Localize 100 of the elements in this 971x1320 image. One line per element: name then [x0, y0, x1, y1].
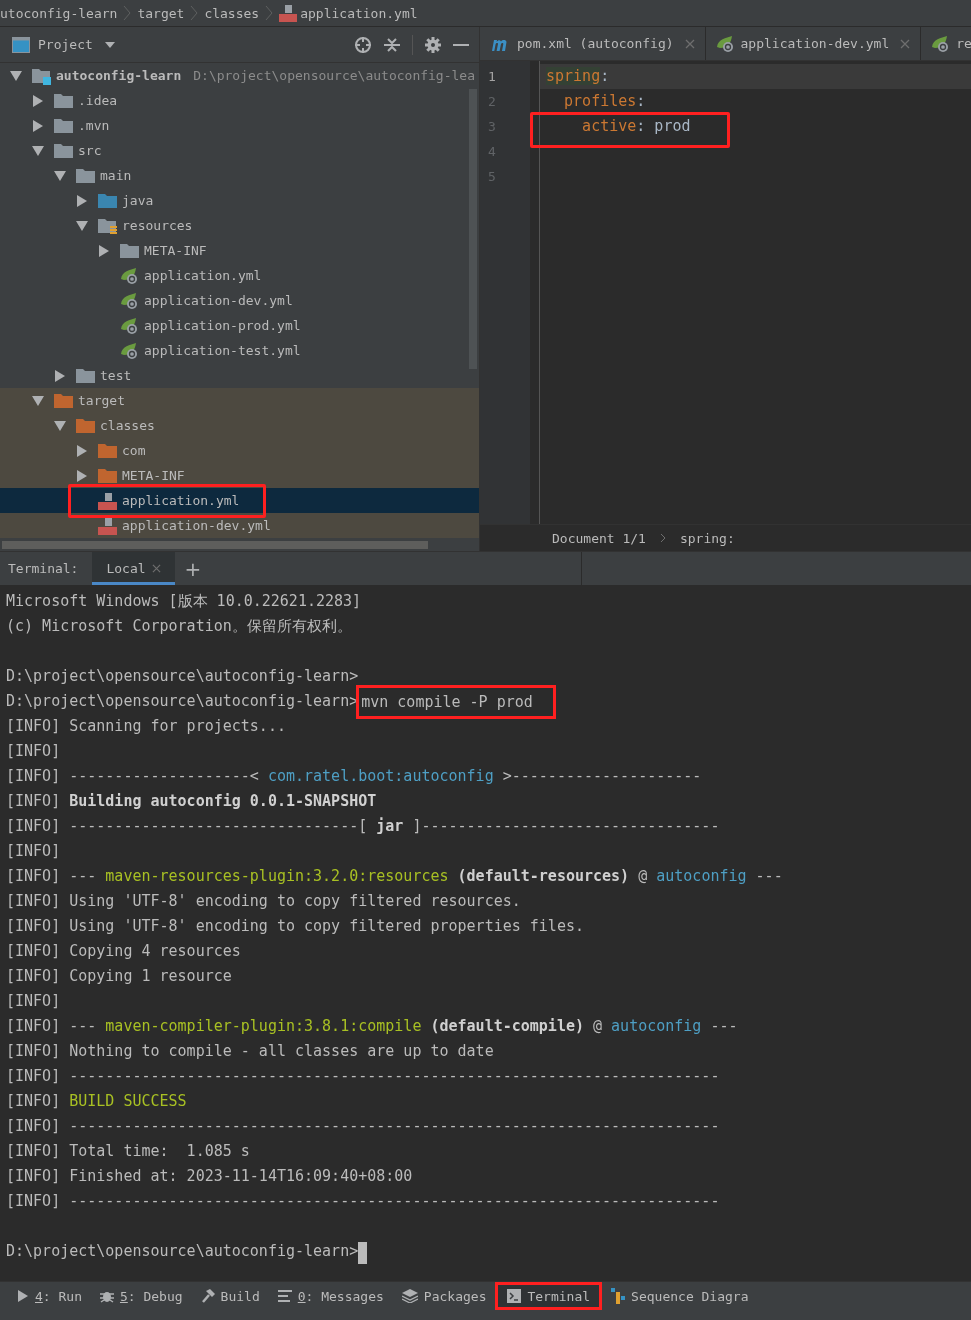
tool-window-button[interactable]: Packages [392, 1282, 496, 1310]
collapsed-arrow-icon[interactable] [32, 94, 44, 107]
terminal-line: [INFO] Scanning for projects... [6, 716, 286, 737]
expanded-arrow-icon[interactable] [54, 419, 66, 432]
expanded-arrow-icon[interactable] [32, 394, 44, 407]
tool-window-button[interactable]: 4: Run [8, 1282, 91, 1310]
tree-item[interactable]: classes [0, 413, 479, 438]
terminal-line: [INFO] [6, 991, 61, 1012]
terminal-line: [INFO] --------------------< com.ratel.boot:autoconfig >--------------------- [6, 766, 702, 787]
target-icon[interactable] [354, 35, 372, 54]
terminal-line: [INFO] [6, 841, 61, 862]
window-icon [12, 36, 30, 53]
tree-item[interactable]: application-prod.yml [0, 313, 479, 338]
terminal-line: [INFO] Finished at: 2023-11-14T16:09:40+08:00 [6, 1166, 413, 1187]
new-tab-button[interactable]: + [174, 552, 212, 585]
terminal-line: [INFO] --- maven-compiler-plugin:3.8.1:compile (default-compile) @ autoconfig --- [6, 1016, 738, 1037]
chevron-icon [190, 5, 199, 21]
folder-icon [76, 166, 96, 185]
breadcrumb-item[interactable]: Document 1/1 [552, 530, 646, 546]
terminal-tab[interactable]: Local [92, 552, 175, 585]
collapsed-arrow-icon[interactable] [76, 469, 88, 482]
terminal-line: [INFO] --------------------------------[ jar ]--------------------------------- [6, 816, 720, 837]
terminal-line: [INFO] BUILD SUCCESS [6, 1091, 187, 1112]
layers-icon [401, 1289, 418, 1303]
collapse-icon[interactable] [384, 36, 400, 53]
tool-window-button[interactable]: Sequence Diagra [602, 1282, 758, 1310]
folder-icon [54, 391, 74, 410]
expanded-arrow-icon[interactable] [32, 144, 44, 157]
expanded-arrow-icon[interactable] [54, 169, 66, 182]
tree-item[interactable]: META-INF [0, 238, 479, 263]
expanded-arrow-icon[interactable] [76, 219, 88, 232]
yml-file-icon [98, 516, 118, 535]
collapsed-arrow-icon[interactable] [76, 444, 88, 457]
terminal-line: [INFO] Nothing to compile - all classes are up to date [6, 1041, 494, 1062]
folder-icon [98, 191, 118, 210]
collapsed-arrow-icon[interactable] [98, 244, 110, 257]
play-icon [17, 1290, 29, 1302]
terminal-line: [INFO] Using 'UTF-8' encoding to copy filtered properties files. [6, 916, 584, 937]
tree-item[interactable]: src [0, 138, 479, 163]
folder-icon [54, 91, 74, 110]
leaf-gear-icon [120, 291, 140, 310]
chevron-icon [265, 5, 274, 21]
line-number: 1 [487, 68, 497, 86]
tree-item[interactable]: autoconfig-learn D:\project\opensource\autoconfig-lea [0, 63, 479, 88]
tree-item[interactable]: target [0, 388, 479, 413]
settings-icon[interactable] [425, 36, 441, 53]
tree-item[interactable]: main [0, 163, 479, 188]
panel-title[interactable]: Project [38, 37, 93, 52]
tree-item[interactable]: java [0, 188, 479, 213]
editor-tab[interactable]: application-dev.yml [705, 27, 922, 60]
tree-item[interactable]: application.yml [0, 263, 479, 288]
leaf-gear-icon [120, 266, 140, 285]
sequence-diagram-icon [611, 1288, 626, 1304]
breadcrumb-item[interactable]: classes [204, 5, 260, 21]
terminal-line: D:\project\opensource\autoconfig-learn> [6, 1241, 359, 1262]
panel-title: Terminal: [7, 560, 80, 578]
terminal-line: [INFO] Copying 1 resource [6, 966, 232, 987]
tool-window-button[interactable]: 5: Debug [90, 1282, 192, 1310]
yml-file-icon [279, 4, 298, 22]
breadcrumb-item[interactable]: target [137, 5, 185, 21]
tree-item[interactable]: application-test.yml [0, 338, 479, 363]
module-folder-icon [32, 66, 52, 85]
collapsed-arrow-icon[interactable] [54, 369, 66, 382]
tree-item[interactable]: application-dev.yml [0, 513, 479, 538]
tree-item[interactable]: .mvn [0, 113, 479, 138]
terminal-line: D:\project\opensource\autoconfig-learn> [6, 691, 359, 712]
tool-window-button[interactable]: Build [191, 1282, 269, 1310]
tree-item[interactable]: resources [0, 213, 479, 238]
folder-icon [98, 466, 118, 485]
caret-icon[interactable] [104, 41, 115, 48]
folder-icon [76, 416, 96, 435]
terminal-line: [INFO] --- maven-resources-plugin:3.2.0:resources (default-resources) @ autoconfig --- [6, 866, 783, 887]
scrollbar[interactable] [2, 541, 428, 549]
breadcrumb-item[interactable]: utoconfig-learn [0, 5, 118, 21]
tool-window-button[interactable]: Terminal [495, 1282, 603, 1310]
close-icon[interactable] [151, 564, 161, 573]
tree-item[interactable]: application.yml [0, 488, 479, 513]
collapsed-arrow-icon[interactable] [76, 194, 88, 207]
expanded-arrow-icon[interactable] [10, 69, 22, 82]
folder-icon [54, 141, 74, 160]
editor-tab[interactable]: re [921, 27, 971, 60]
tree-item[interactable]: test [0, 363, 479, 388]
lines-icon [277, 1290, 292, 1302]
tool-window-button[interactable]: 0: Messages [268, 1282, 393, 1310]
code-line: active: prod [581, 117, 691, 135]
terminal-line: D:\project\opensource\autoconfig-learn> [6, 666, 359, 687]
terminal-line: [INFO] ------------------------------------------------------------------------ [6, 1116, 720, 1137]
project-path: D:\project\opensource\autoconfig-lea [193, 68, 475, 83]
editor-tab[interactable]: pom.xml (autoconfig) [480, 27, 706, 60]
collapsed-arrow-icon[interactable] [32, 119, 44, 132]
tree-item[interactable]: application-dev.yml [0, 288, 479, 313]
tree-item[interactable]: .idea [0, 88, 479, 113]
breadcrumb-item[interactable]: application.yml [279, 4, 418, 22]
resources-folder-icon [98, 216, 118, 235]
terminal-line: [INFO] Using 'UTF-8' encoding to copy filtered resources. [6, 891, 521, 912]
tree-item[interactable]: META-INF [0, 463, 479, 488]
tree-item[interactable]: com [0, 438, 479, 463]
folder-icon [76, 366, 96, 385]
breadcrumb-item[interactable]: spring: [679, 530, 735, 546]
terminal-line: [INFO] Building autoconfig 0.0.1-SNAPSHOT [6, 791, 377, 812]
